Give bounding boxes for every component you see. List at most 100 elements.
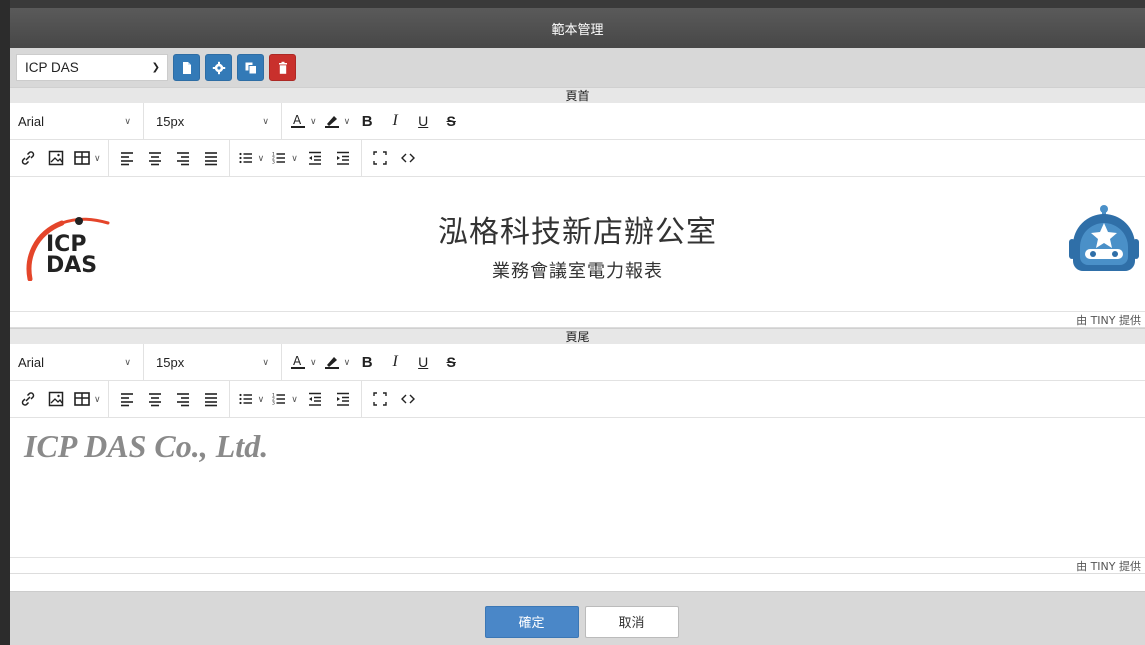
- header-content-area[interactable]: ICP DAS 泓格科技新店辦公室 業務會議室電力報表: [10, 177, 1145, 311]
- strikethrough-button[interactable]: S: [437, 349, 465, 375]
- copy-icon: [245, 62, 257, 74]
- fullscreen-icon: [373, 151, 387, 165]
- align-left-button[interactable]: [113, 386, 141, 412]
- chevron-down-icon: ∨: [257, 393, 265, 404]
- chevron-down-icon: ❯: [151, 62, 160, 73]
- header-font-family-select[interactable]: Arial ∨: [10, 108, 139, 134]
- justify-button[interactable]: [197, 386, 225, 412]
- settings-button[interactable]: [205, 54, 232, 81]
- bold-button[interactable]: B: [353, 349, 381, 375]
- justify-button[interactable]: [197, 145, 225, 171]
- copy-template-button[interactable]: [237, 54, 264, 81]
- footer-font-family-select[interactable]: Arial ∨: [10, 349, 139, 375]
- highlight-color-button[interactable]: ∨: [320, 108, 354, 134]
- italic-button[interactable]: I: [381, 108, 409, 134]
- strikethrough-button[interactable]: S: [437, 108, 465, 134]
- outdent-button[interactable]: [301, 386, 329, 412]
- code-icon: [400, 153, 415, 163]
- indent-button[interactable]: [329, 145, 357, 171]
- header-section-label: 頁首: [10, 87, 1145, 103]
- confirm-button[interactable]: 確定: [484, 605, 579, 638]
- cancel-button[interactable]: 取消: [584, 605, 679, 638]
- align-center-button[interactable]: [141, 386, 169, 412]
- trash-icon: [278, 61, 287, 74]
- footer-status-bar: 由 TINY 提供: [10, 557, 1145, 573]
- text-color-icon: A: [291, 113, 305, 128]
- font-family-value: Arial: [18, 113, 45, 129]
- delete-template-button[interactable]: [269, 54, 296, 81]
- bold-icon: B: [361, 353, 373, 371]
- underline-icon: U: [418, 113, 429, 129]
- image-button[interactable]: [42, 386, 70, 412]
- link-button[interactable]: [14, 386, 42, 412]
- link-icon: [21, 151, 35, 165]
- footer-editor: Arial ∨ 15px ∨ A ∨ ∨ B I U S ∨ ∨ 1 2 3 ∨…: [10, 344, 1145, 574]
- highlight-color-button[interactable]: ∨: [320, 349, 354, 375]
- header-editor: Arial ∨ 15px ∨ A ∨ ∨ B I U S ∨ ∨ 1 2 3 ∨…: [10, 103, 1145, 328]
- editor-spacer: [10, 574, 1145, 592]
- footer-content-area[interactable]: ICP DAS Co., Ltd.: [10, 418, 1145, 557]
- bold-button[interactable]: B: [353, 108, 381, 134]
- highlighter-icon: [324, 357, 339, 369]
- table-icon: [74, 392, 90, 406]
- source-code-button[interactable]: [394, 386, 422, 412]
- table-button[interactable]: ∨: [70, 386, 104, 412]
- outdent-button[interactable]: [301, 145, 329, 171]
- new-template-button[interactable]: [173, 54, 200, 81]
- align-left-button[interactable]: [113, 145, 141, 171]
- chevron-down-icon: ∨: [124, 115, 131, 126]
- chevron-down-icon: ∨: [124, 356, 131, 367]
- align-center-icon: [148, 393, 161, 407]
- chevron-down-icon: ∨: [94, 393, 101, 404]
- footer-font-size-select[interactable]: 15px ∨: [148, 349, 277, 375]
- numbered-list-button[interactable]: 123 ∨: [267, 386, 301, 412]
- header-status-bar: 由 TINY 提供: [10, 311, 1145, 327]
- align-center-button[interactable]: [141, 145, 169, 171]
- bullet-list-button[interactable]: ∨: [234, 386, 268, 412]
- align-left-icon: [120, 152, 133, 166]
- file-icon: [182, 61, 191, 74]
- fullscreen-button[interactable]: [366, 386, 394, 412]
- powered-by-tiny[interactable]: 由 TINY 提供: [1076, 312, 1141, 328]
- footer-section-label: 頁尾: [10, 328, 1145, 344]
- fullscreen-button[interactable]: [366, 145, 394, 171]
- align-right-icon: [176, 393, 189, 407]
- header-font-size-select[interactable]: 15px ∨: [148, 108, 277, 134]
- template-manager-dialog: 範本管理 ICP DAS ❯ 頁首 Arial ∨ 15px ∨ A ∨ ∨ B…: [10, 8, 1145, 645]
- chevron-down-icon: ∨: [343, 115, 351, 126]
- powered-by-tiny[interactable]: 由 TINY 提供: [1076, 558, 1141, 574]
- table-button[interactable]: ∨: [70, 145, 104, 171]
- text-color-button[interactable]: A ∨: [286, 108, 320, 134]
- header-title: 泓格科技新店辦公室: [438, 215, 717, 250]
- numbered-list-button[interactable]: 123 ∨: [267, 145, 301, 171]
- outdent-icon: [308, 151, 321, 165]
- underline-button[interactable]: U: [409, 349, 437, 375]
- footer-toolbar-row-2: ∨ ∨ 123 ∨: [10, 381, 1145, 418]
- align-right-button[interactable]: [169, 145, 197, 171]
- indent-button[interactable]: [329, 386, 357, 412]
- underline-button[interactable]: U: [409, 108, 437, 134]
- chevron-down-icon: ∨: [310, 356, 317, 367]
- image-icon: [48, 150, 64, 166]
- italic-button[interactable]: I: [381, 349, 409, 375]
- indent-icon: [336, 392, 349, 406]
- justify-icon: [204, 393, 217, 407]
- header-toolbar-row-1: Arial ∨ 15px ∨ A ∨ ∨ B I U S: [10, 103, 1145, 140]
- chevron-down-icon: ∨: [262, 115, 269, 126]
- align-right-button[interactable]: [169, 386, 197, 412]
- template-select[interactable]: ICP DAS ❯: [16, 54, 168, 81]
- font-size-value: 15px: [156, 354, 185, 370]
- link-button[interactable]: [14, 145, 42, 171]
- bullet-list-icon: [238, 152, 252, 164]
- bold-icon: B: [361, 112, 373, 130]
- chevron-down-icon: ∨: [343, 356, 351, 367]
- text-color-button[interactable]: A ∨: [286, 349, 320, 375]
- bullet-list-button[interactable]: ∨: [234, 145, 268, 171]
- source-code-button[interactable]: [394, 145, 422, 171]
- svg-text:3: 3: [272, 401, 275, 407]
- footer-company-text: ICP DAS Co., Ltd.: [24, 428, 269, 464]
- footer-toolbar-row-1: Arial ∨ 15px ∨ A ∨ ∨ B I U S: [10, 344, 1145, 381]
- italic-icon: I: [392, 353, 398, 370]
- image-button[interactable]: [42, 145, 70, 171]
- footer-label-text: 頁尾: [565, 330, 590, 344]
